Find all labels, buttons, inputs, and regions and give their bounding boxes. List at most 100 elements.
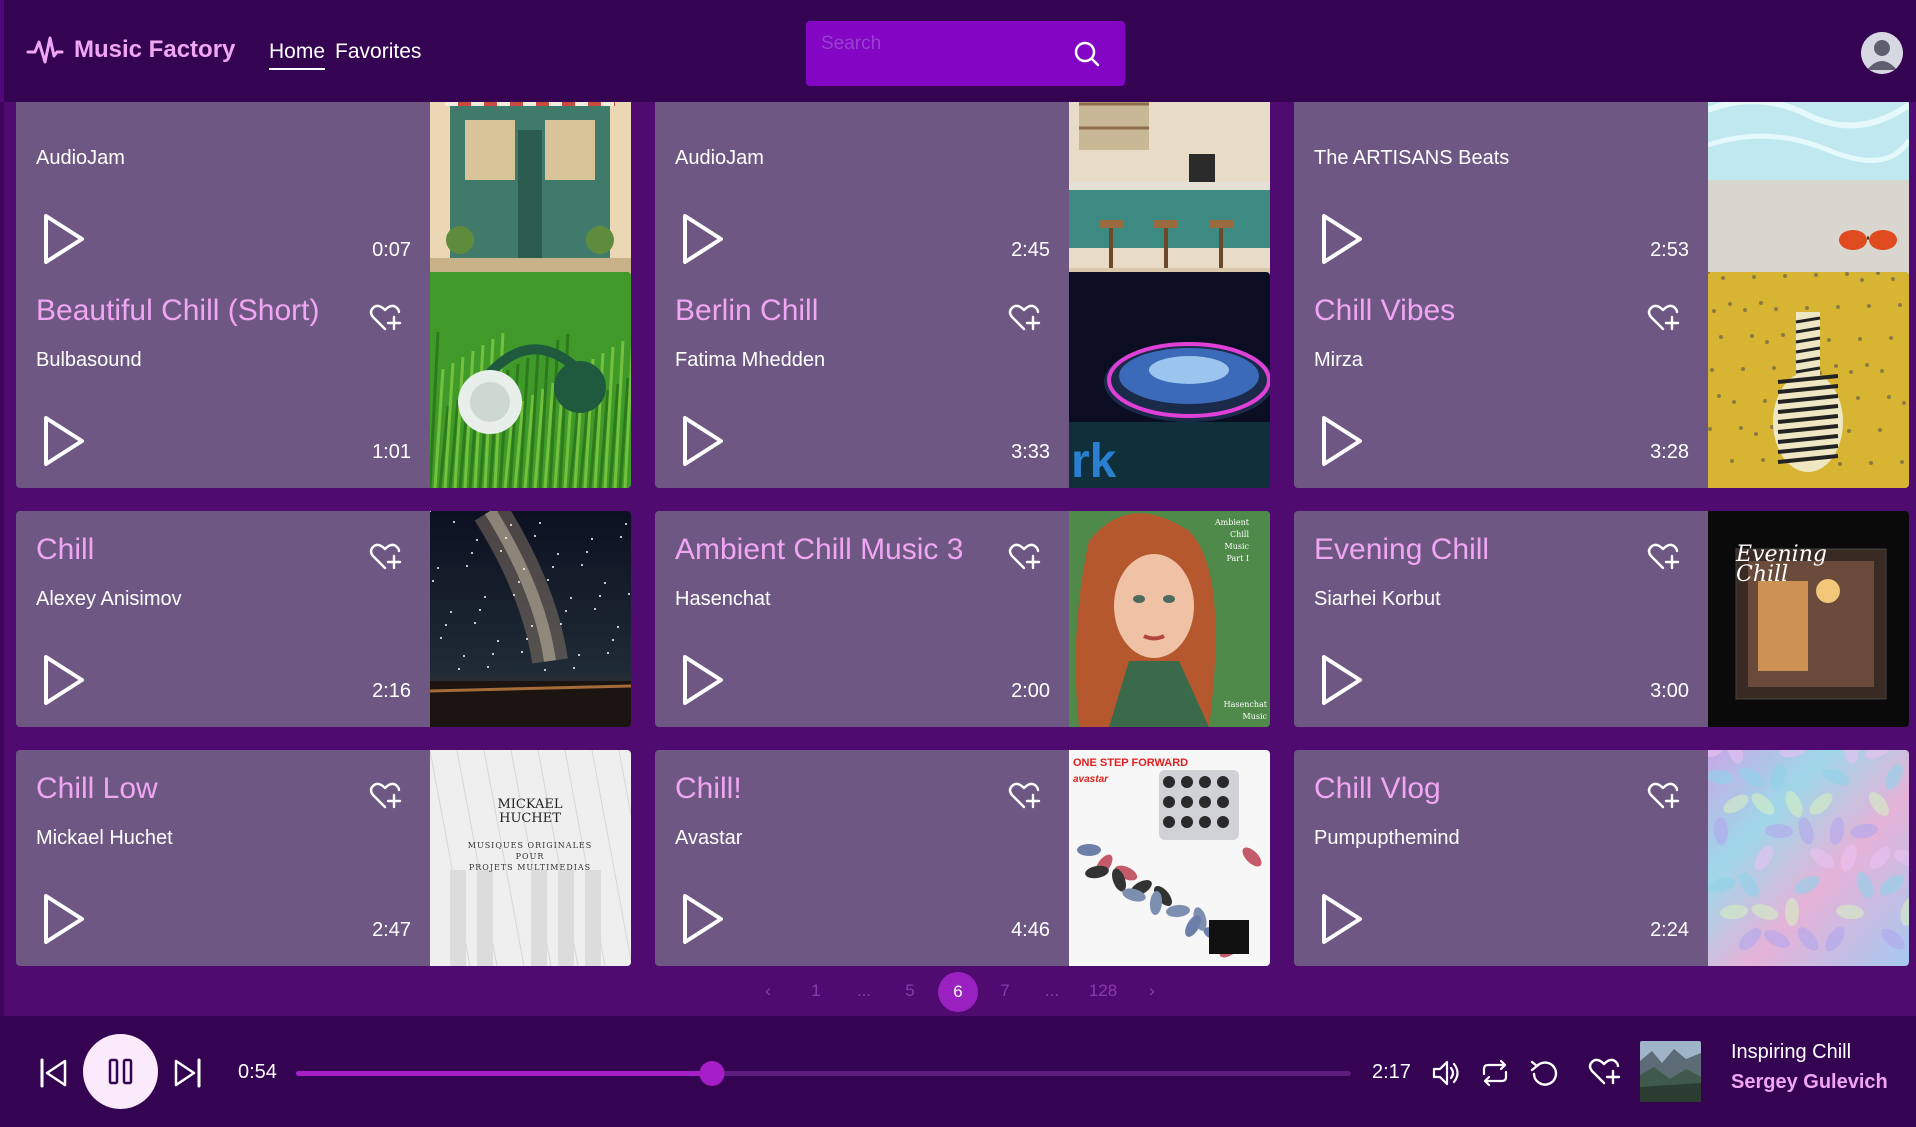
- mountain-valley-image: [1640, 1041, 1701, 1102]
- total-time: 2:17: [1372, 1061, 1411, 1083]
- play-pause-button[interactable]: [83, 1034, 158, 1109]
- zebra-gold-image: [1706, 272, 1909, 488]
- play-icon[interactable]: [42, 212, 86, 266]
- pagination-page-1[interactable]: 1: [811, 981, 820, 1001]
- waveform-logo-icon: [26, 36, 64, 64]
- add-favorite-icon[interactable]: [369, 541, 403, 573]
- album-art[interactable]: [1706, 272, 1909, 488]
- album-art[interactable]: [430, 102, 631, 286]
- next-track-icon[interactable]: [172, 1057, 204, 1089]
- user-avatar[interactable]: [1861, 32, 1903, 74]
- track-card[interactable]: Chill Vibes Mirza 3:28: [1294, 272, 1909, 488]
- dj-turntable-image: rk: [1069, 272, 1270, 488]
- album-art[interactable]: Ambient Chill Music Part I Hasenchat Music: [1069, 511, 1270, 727]
- album-art[interactable]: MICKAEL HUCHET MUSIQUES ORIGINALES POUR PROJ…: [429, 750, 631, 966]
- pagination-page-7[interactable]: 7: [1000, 981, 1009, 1001]
- track-artist[interactable]: AudioJam: [675, 147, 764, 170]
- track-artist[interactable]: Alexey Anisimov: [36, 588, 182, 611]
- track-card[interactable]: Evening Chill Siarhei Korbut 3:00 Evening Ch…: [1294, 511, 1909, 727]
- play-icon[interactable]: [681, 414, 725, 468]
- play-icon[interactable]: [681, 653, 725, 707]
- track-duration: 2:24: [1650, 919, 1689, 941]
- track-card[interactable]: Ambient Chill Music 3 Hasenchat 2:00 Ambien…: [655, 511, 1270, 727]
- track-card[interactable]: Chill Vlog Pumpupthemind 2:24: [1294, 750, 1909, 966]
- add-favorite-icon[interactable]: [369, 302, 403, 334]
- album-art[interactable]: [1706, 102, 1909, 286]
- track-card[interactable]: The ARTISANS Beats 2:53: [1294, 102, 1909, 286]
- pagination-page-current[interactable]: 6: [938, 972, 978, 1012]
- track-card[interactable]: AudioJam 0:07: [16, 102, 631, 286]
- track-title[interactable]: Beautiful Chill (Short): [36, 294, 319, 328]
- now-playing-artist[interactable]: Sergey Gulevich: [1731, 1071, 1888, 1094]
- volume-icon[interactable]: [1430, 1057, 1462, 1089]
- track-artist[interactable]: AudioJam: [36, 147, 125, 170]
- cover-text: POUR: [516, 852, 545, 861]
- track-card[interactable]: Beautiful Chill (Short) Bulbasound 1:01: [16, 272, 631, 488]
- track-artist[interactable]: The ARTISANS Beats: [1314, 147, 1509, 170]
- album-art[interactable]: ONE STEP FORWARD avastar: [1069, 750, 1270, 966]
- add-favorite-icon[interactable]: [369, 780, 403, 812]
- track-title[interactable]: Chill!: [675, 772, 742, 806]
- album-art[interactable]: [1069, 102, 1270, 286]
- add-favorite-icon[interactable]: [1647, 302, 1681, 334]
- track-artist[interactable]: Mirza: [1314, 349, 1363, 372]
- play-icon[interactable]: [1320, 653, 1364, 707]
- repeat-icon[interactable]: [1479, 1057, 1511, 1089]
- add-favorite-icon[interactable]: [1008, 541, 1042, 573]
- add-favorite-icon[interactable]: [1647, 541, 1681, 573]
- track-title[interactable]: Evening Chill: [1314, 533, 1489, 567]
- track-title[interactable]: Chill Low: [36, 772, 158, 806]
- pagination-page-last[interactable]: 128: [1089, 981, 1117, 1001]
- pagination-prev-button[interactable]: ‹: [765, 981, 771, 1001]
- play-icon[interactable]: [42, 892, 86, 946]
- now-playing-artwork[interactable]: [1640, 1041, 1701, 1102]
- track-title[interactable]: Chill: [36, 533, 94, 567]
- progress-slider[interactable]: [296, 1061, 1351, 1086]
- album-art[interactable]: [428, 272, 631, 488]
- track-title[interactable]: Ambient Chill Music 3: [675, 533, 963, 567]
- play-icon[interactable]: [681, 892, 725, 946]
- add-favorite-icon[interactable]: [1647, 780, 1681, 812]
- track-title[interactable]: Chill Vibes: [1314, 294, 1455, 328]
- track-title[interactable]: Berlin Chill: [675, 294, 818, 328]
- track-artist[interactable]: Siarhei Korbut: [1314, 588, 1441, 611]
- track-artist[interactable]: Pumpupthemind: [1314, 827, 1460, 850]
- add-favorite-icon[interactable]: [1588, 1056, 1622, 1088]
- play-icon[interactable]: [1320, 212, 1364, 266]
- album-art[interactable]: [1694, 750, 1909, 966]
- play-icon[interactable]: [42, 414, 86, 468]
- nav-home-link[interactable]: Home: [269, 40, 326, 70]
- track-artist[interactable]: Bulbasound: [36, 349, 142, 372]
- track-card[interactable]: Chill Low Mickael Huchet 2:47 MICKAEL HUCHET…: [16, 750, 631, 966]
- play-icon[interactable]: [1320, 892, 1364, 946]
- track-artist[interactable]: Hasenchat: [675, 588, 771, 611]
- track-artist[interactable]: Avastar: [675, 827, 742, 850]
- play-icon[interactable]: [1320, 414, 1364, 468]
- headphones-grass-image: [428, 272, 631, 488]
- previous-track-icon[interactable]: [37, 1057, 69, 1089]
- search-box: [806, 21, 1125, 86]
- album-art[interactable]: rk: [1069, 272, 1270, 488]
- add-favorite-icon[interactable]: [1008, 780, 1042, 812]
- pagination-next-button[interactable]: ›: [1149, 981, 1155, 1001]
- pagination-page-5[interactable]: 5: [905, 981, 914, 1001]
- play-icon[interactable]: [681, 212, 725, 266]
- album-art[interactable]: [429, 511, 631, 727]
- add-favorite-icon[interactable]: [1008, 302, 1042, 334]
- track-duration: 2:47: [372, 919, 411, 941]
- progress-thumb[interactable]: [699, 1061, 725, 1086]
- replay-icon[interactable]: [1529, 1057, 1561, 1089]
- album-art[interactable]: Evening Chill: [1708, 511, 1909, 727]
- track-card[interactable]: Chill Alexey Anisimov 2:16: [16, 511, 631, 727]
- track-card[interactable]: AudioJam 2:45: [655, 102, 1270, 286]
- search-input[interactable]: [821, 29, 1061, 59]
- track-artist[interactable]: Mickael Huchet: [36, 827, 173, 850]
- track-card[interactable]: Berlin Chill Fatima Mhedden 3:33 rk: [655, 272, 1270, 488]
- nav-favorites-link[interactable]: Favorites: [335, 40, 421, 70]
- search-icon[interactable]: [1072, 39, 1102, 69]
- track-card[interactable]: Chill! Avastar 4:46 ONE STEP FORWARD avastar: [655, 750, 1270, 966]
- play-icon[interactable]: [42, 653, 86, 707]
- track-artist[interactable]: Fatima Mhedden: [675, 349, 825, 372]
- track-title[interactable]: Chill Vlog: [1314, 772, 1441, 806]
- app-logo[interactable]: Music Factory: [26, 34, 235, 66]
